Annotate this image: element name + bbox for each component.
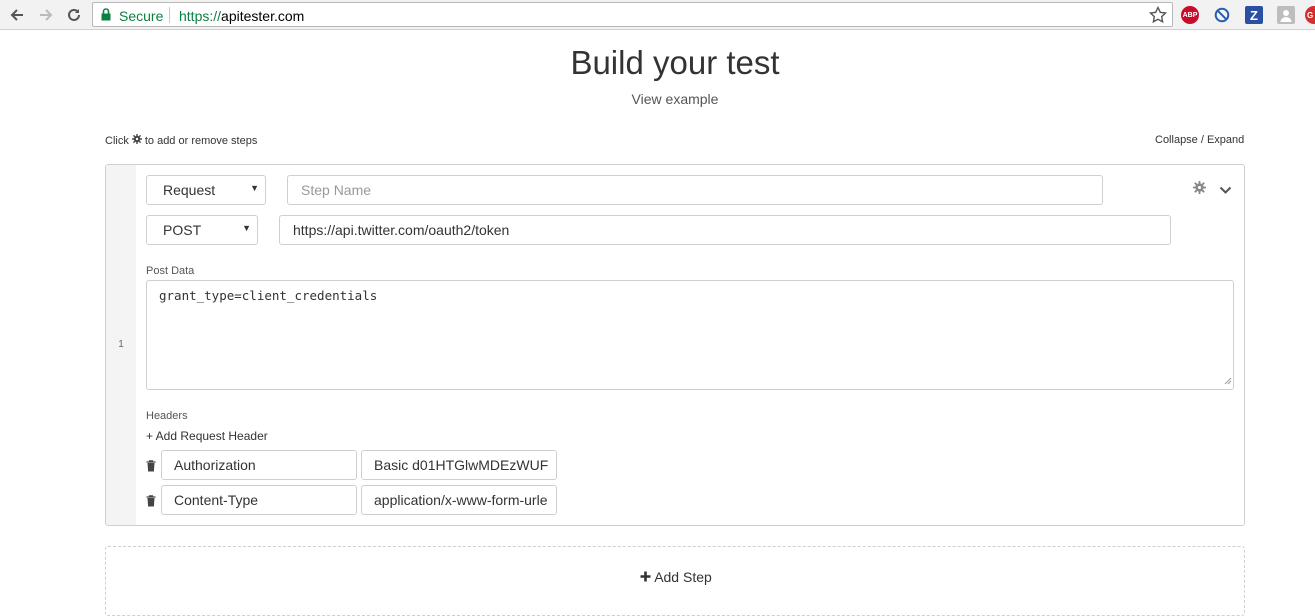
http-method-select[interactable]: POST ▼ <box>146 215 258 245</box>
address-divider <box>169 7 170 23</box>
step-card: 1 Request ▼ Step Name POST ▼ https://api… <box>105 164 1245 526</box>
blocker-icon[interactable] <box>1213 6 1231 24</box>
chevron-down-icon[interactable] <box>1219 182 1232 200</box>
step-type-value: Request <box>163 182 216 198</box>
browser-toolbar: Secure https://apitester.com ABP Z G <box>0 0 1315 30</box>
header-name-input[interactable]: Content-Type <box>161 485 357 515</box>
add-step-button[interactable]: Add Step <box>105 546 1245 616</box>
http-method-value: POST <box>163 222 202 238</box>
page-title: Build your test <box>570 44 780 81</box>
caret-down-icon: ▼ <box>242 223 251 233</box>
collapse-expand-link[interactable]: Collapse / Expand <box>1155 134 1244 146</box>
back-button[interactable] <box>6 4 28 26</box>
profile-icon[interactable] <box>1277 6 1295 24</box>
post-data-text: grant_type=client_credentials <box>159 288 378 303</box>
request-url-input[interactable]: https://api.twitter.com/oauth2/token <box>279 215 1171 245</box>
step-type-select[interactable]: Request ▼ <box>146 175 266 205</box>
url-host: apitester.com <box>221 8 305 24</box>
add-request-header-link[interactable]: + Add Request Header <box>146 429 268 443</box>
post-data-textarea[interactable]: grant_type=client_credentials <box>146 280 1234 390</box>
hint-suffix: to add or remove steps <box>144 134 258 147</box>
delete-header-trash-icon[interactable] <box>146 494 156 512</box>
post-data-label: Post Data <box>146 265 195 277</box>
steps-hint: Click to add or remove steps <box>105 134 257 147</box>
forward-button[interactable] <box>35 4 57 26</box>
reload-icon <box>66 7 82 23</box>
headers-label: Headers <box>146 410 188 422</box>
reload-button[interactable] <box>63 4 85 26</box>
resize-grip-icon[interactable] <box>1224 373 1232 388</box>
secure-label: Secure <box>119 8 164 24</box>
bookmark-star-icon[interactable] <box>1148 5 1168 25</box>
add-step-label-row: Add Step <box>106 569 1246 585</box>
url-scheme: https:// <box>179 8 222 24</box>
gear-icon <box>131 134 142 147</box>
zotero-icon[interactable]: Z <box>1245 6 1263 24</box>
plus-icon <box>640 569 651 585</box>
zotero-label: Z <box>1250 7 1258 23</box>
back-arrow-icon <box>9 7 25 23</box>
header-value-input[interactable]: application/x-www-form-urle <box>361 485 557 515</box>
lock-icon <box>101 8 111 26</box>
step-name-input[interactable]: Step Name <box>287 175 1103 205</box>
add-step-text: Add Step <box>654 569 712 585</box>
url-text: https://apitester.com <box>179 8 304 24</box>
caret-down-icon: ▼ <box>250 183 259 193</box>
hint-prefix: Click <box>105 134 129 147</box>
extension-red-icon[interactable]: G <box>1305 6 1315 24</box>
adblock-plus-label: ABP <box>1182 11 1198 19</box>
view-example-link[interactable]: View example <box>0 91 1315 107</box>
adblock-plus-icon[interactable]: ABP <box>1181 6 1199 24</box>
forward-arrow-icon <box>38 7 54 23</box>
header-value-input[interactable]: Basic d01HTGlwMDEzWUF <box>361 450 557 480</box>
address-bar[interactable]: Secure https://apitester.com <box>92 2 1173 27</box>
delete-header-trash-icon[interactable] <box>146 459 156 477</box>
header-name-input[interactable]: Authorization <box>161 450 357 480</box>
extension-red-label: G <box>1307 10 1314 20</box>
step-settings-gear-icon[interactable] <box>1193 181 1206 199</box>
step-number: 1 <box>118 339 124 350</box>
